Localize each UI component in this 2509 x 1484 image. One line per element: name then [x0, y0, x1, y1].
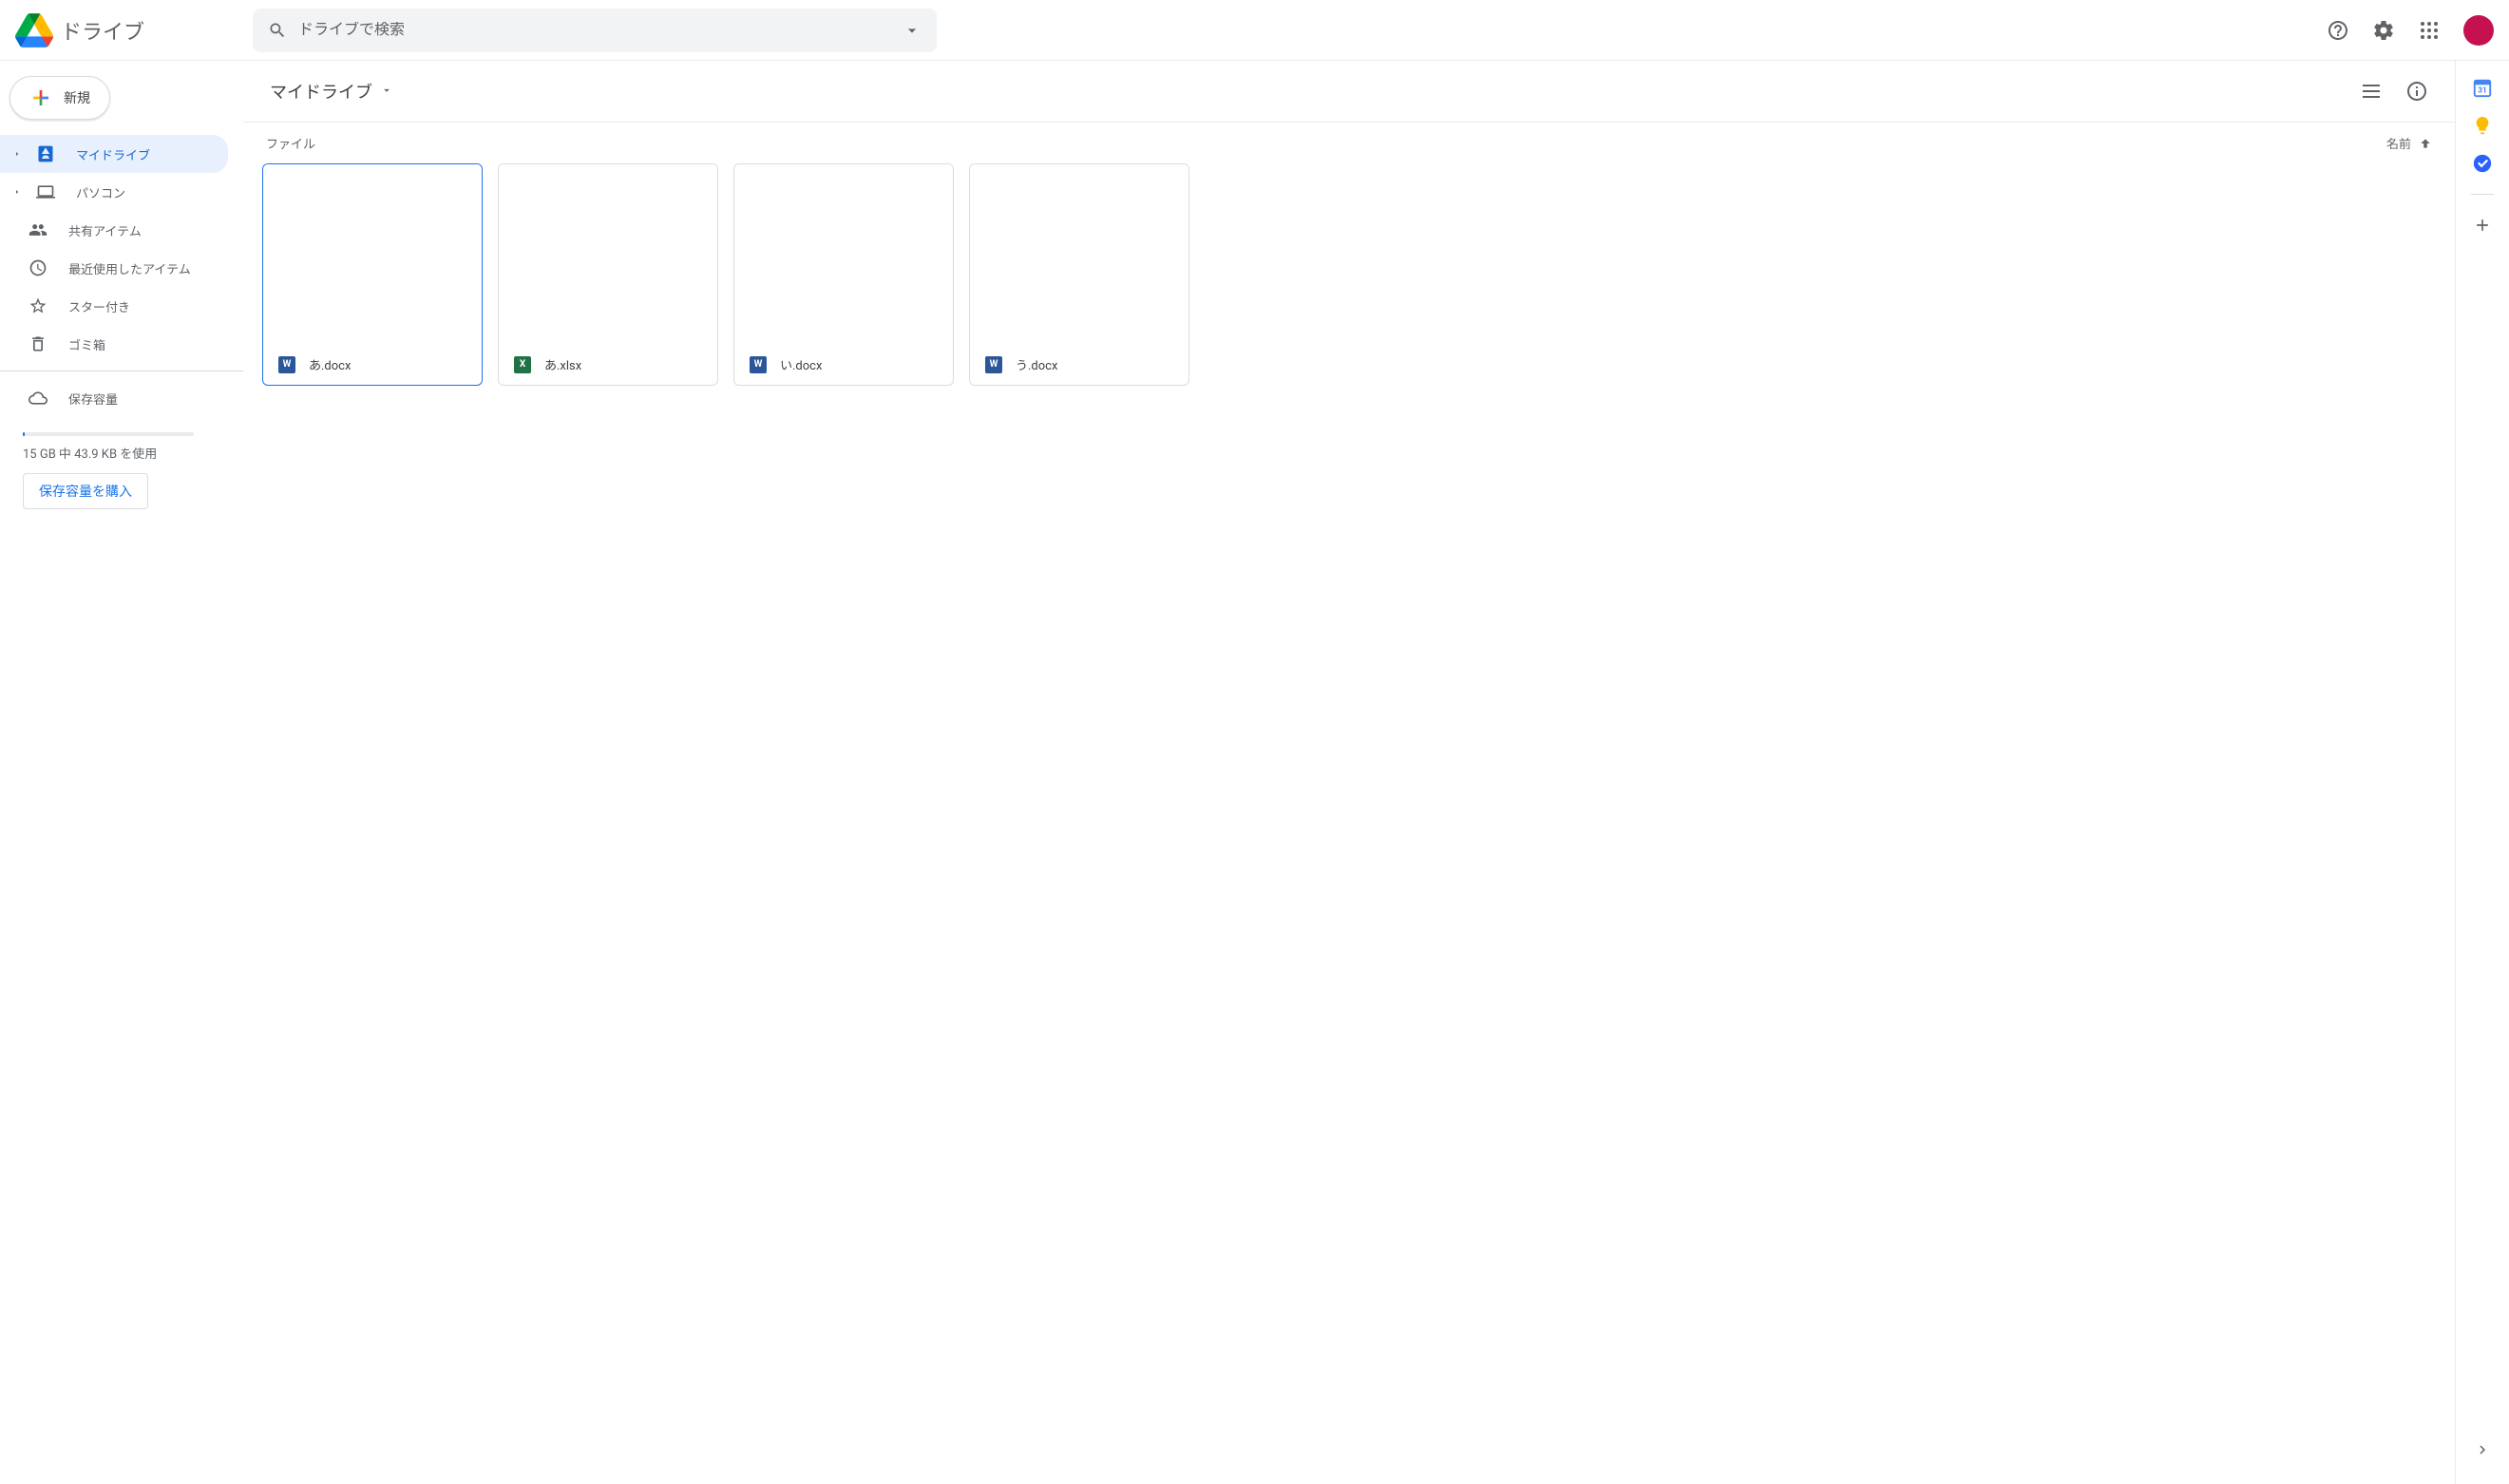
file-name: あ.xlsx [544, 355, 581, 373]
word-file-icon: W [985, 356, 1002, 373]
word-file-icon: W [750, 356, 767, 373]
file-card[interactable]: W あ.docx [262, 163, 483, 386]
apps-button[interactable] [2410, 11, 2448, 49]
sidebar-item-label: 保存容量 [68, 390, 118, 408]
breadcrumb[interactable]: マイドライブ [262, 75, 401, 107]
content-header-actions [2352, 72, 2436, 110]
search-bar[interactable] [253, 9, 937, 52]
keep-icon [2472, 115, 2493, 136]
storage-usage-text: 15 GB 中 43.9 KB を使用 [23, 444, 220, 462]
sidebar-item-computers[interactable]: パソコン [0, 173, 228, 211]
drive-icon [34, 143, 57, 165]
user-avatar[interactable] [2463, 15, 2494, 46]
sort-control[interactable]: 名前 [2386, 134, 2432, 152]
plus-icon [2473, 216, 2492, 235]
divider [2471, 194, 2494, 195]
settings-button[interactable] [2365, 11, 2403, 49]
list-view-icon [2360, 80, 2383, 103]
file-card[interactable]: W う.docx [969, 163, 1189, 386]
storage-section: 15 GB 中 43.9 KB を使用 保存容量を購入 [0, 417, 243, 517]
keep-addon[interactable] [2471, 114, 2494, 137]
chevron-right-icon[interactable] [11, 148, 23, 160]
apps-grid-icon [2418, 19, 2441, 42]
help-icon [2327, 19, 2349, 42]
excel-file-icon: X [514, 356, 531, 373]
sidebar-item-label: 共有アイテム [68, 221, 142, 239]
search-options-icon[interactable] [903, 21, 922, 40]
arrow-up-icon [2419, 137, 2432, 150]
header-icons [2319, 11, 2494, 49]
file-name: あ.docx [309, 355, 351, 373]
sidebar-item-label: ゴミ箱 [68, 335, 105, 353]
drive-logo-icon [15, 11, 53, 49]
sidebar: 新規 マイドライブ パソコン 共有アイテム 最近使用したアイテム スター付き ゴ… [0, 61, 243, 1484]
help-button[interactable] [2319, 11, 2357, 49]
storage-bar [23, 432, 194, 436]
new-button-label: 新規 [64, 88, 90, 107]
search-input[interactable] [298, 22, 891, 39]
file-preview [263, 164, 482, 343]
sidebar-item-starred[interactable]: スター付き [0, 287, 228, 325]
app-header: ドライブ [0, 0, 2509, 61]
breadcrumb-label: マイドライブ [270, 79, 372, 104]
file-footer: W う.docx [970, 343, 1188, 385]
sidebar-item-trash[interactable]: ゴミ箱 [0, 325, 228, 363]
gear-icon [2372, 19, 2395, 42]
sidebar-item-label: マイドライブ [76, 145, 150, 163]
calendar-icon: 31 [2472, 77, 2493, 98]
column-labels: ファイル 名前 [243, 123, 2455, 163]
search-icon [268, 21, 287, 40]
file-footer: X あ.xlsx [499, 343, 717, 385]
file-preview [970, 164, 1188, 343]
file-card[interactable]: X あ.xlsx [498, 163, 718, 386]
logo-area[interactable]: ドライブ [15, 11, 253, 49]
info-icon [2405, 80, 2428, 103]
trash-icon [27, 333, 49, 355]
tasks-addon[interactable] [2471, 152, 2494, 175]
sidebar-item-label: スター付き [68, 297, 130, 315]
word-file-icon: W [278, 356, 295, 373]
sidebar-item-storage[interactable]: 保存容量 [0, 379, 228, 417]
shared-icon [27, 219, 49, 241]
main-wrapper: 新規 マイドライブ パソコン 共有アイテム 最近使用したアイテム スター付き ゴ… [0, 61, 2509, 1484]
content-area: マイドライブ ファイル 名前 W あ.docx [243, 61, 2456, 1484]
sidebar-item-shared[interactable]: 共有アイテム [0, 211, 228, 249]
file-card[interactable]: W い.docx [733, 163, 954, 386]
get-addons-button[interactable] [2471, 214, 2494, 237]
section-label: ファイル [266, 134, 315, 152]
svg-text:31: 31 [2478, 86, 2486, 96]
list-view-button[interactable] [2352, 72, 2390, 110]
computer-icon [34, 181, 57, 203]
side-panel: 31 [2456, 61, 2509, 1484]
cloud-icon [27, 387, 49, 409]
chevron-right-icon[interactable] [11, 186, 23, 198]
new-button[interactable]: 新規 [10, 76, 110, 120]
chevron-right-icon [2474, 1441, 2491, 1458]
file-preview [499, 164, 717, 343]
star-icon [27, 295, 49, 317]
file-footer: W あ.docx [263, 343, 482, 385]
app-name: ドライブ [61, 15, 144, 46]
file-preview [734, 164, 953, 343]
buy-storage-button[interactable]: 保存容量を購入 [23, 473, 148, 509]
file-footer: W い.docx [734, 343, 953, 385]
dropdown-arrow-icon [380, 82, 393, 102]
sidebar-item-recent[interactable]: 最近使用したアイテム [0, 249, 228, 287]
sidebar-item-label: 最近使用したアイテム [68, 259, 191, 277]
file-name: い.docx [780, 355, 822, 373]
content-header: マイドライブ [243, 61, 2455, 123]
plus-icon [29, 86, 52, 109]
tasks-icon [2472, 153, 2493, 174]
sort-label-text: 名前 [2386, 134, 2411, 152]
clock-icon [27, 257, 49, 279]
collapse-panel-button[interactable] [2463, 1431, 2501, 1469]
sidebar-item-mydrive[interactable]: マイドライブ [0, 135, 228, 173]
files-grid: W あ.docx X あ.xlsx W い.docx W う.docx [243, 163, 2455, 386]
sidebar-item-label: パソコン [76, 183, 125, 201]
details-button[interactable] [2398, 72, 2436, 110]
calendar-addon[interactable]: 31 [2471, 76, 2494, 99]
file-name: う.docx [1016, 355, 1057, 373]
